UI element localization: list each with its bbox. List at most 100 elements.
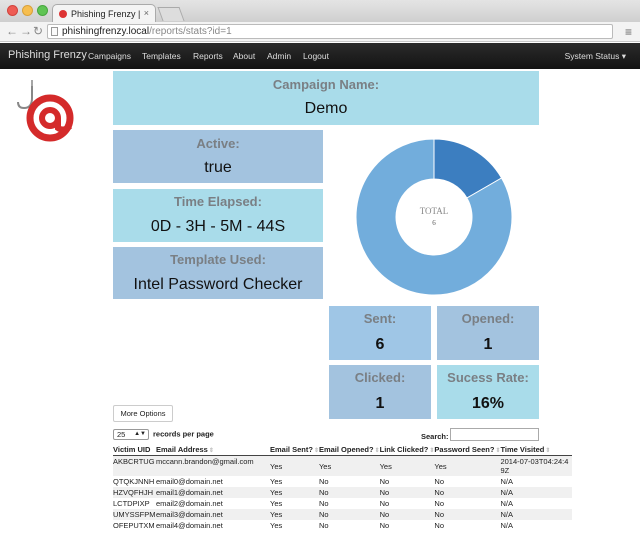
column-header[interactable]: Link Clicked?⇕	[379, 444, 435, 456]
table-cell: No	[318, 509, 380, 520]
active-label: Active:	[196, 136, 240, 151]
browser-tab[interactable]: Phishing Frenzy | ×	[52, 4, 156, 22]
table-cell: Yes	[270, 477, 283, 486]
column-header[interactable]: Password Seen?⇕	[434, 444, 501, 456]
zoom-window-button[interactable]	[37, 5, 48, 16]
table-cell: No	[434, 521, 444, 530]
table-cell: No	[434, 499, 444, 508]
column-header[interactable]: Email Opened?⇕	[318, 444, 380, 456]
table-cell: No	[379, 477, 390, 486]
table-row: QTQKJNNH email0@domain.net Yes No No No N/A	[113, 476, 572, 487]
tab-title: Phishing Frenzy |	[71, 9, 141, 19]
chart-center-value: 6	[432, 219, 436, 227]
table-cell: No	[379, 487, 435, 498]
close-window-button[interactable]	[7, 5, 18, 16]
table-cell: Yes	[318, 455, 380, 476]
nav-about[interactable]: About	[233, 51, 255, 61]
table-cell: No	[434, 477, 444, 486]
minimize-window-button[interactable]	[22, 5, 33, 16]
table-row: LCTDPIXP email2@domain.net Yes No No No N/A	[113, 498, 572, 509]
sort-icon[interactable]: ⇕	[209, 448, 214, 454]
chart-slices	[355, 138, 513, 296]
select-arrows-icon: ▲▼	[134, 431, 146, 437]
system-status-dropdown[interactable]: System Status ▾	[565, 51, 626, 62]
sort-icon[interactable]: ⇕	[545, 448, 550, 454]
nav-templates[interactable]: Templates	[142, 51, 181, 61]
table-cell: Yes	[270, 487, 319, 498]
tab-close-icon[interactable]: ×	[144, 8, 149, 18]
active-box: Active: true	[113, 130, 323, 183]
table-cell: No	[379, 499, 390, 508]
brand-link[interactable]: Phishing Frenzy	[8, 49, 87, 61]
table-cell: No	[434, 509, 501, 520]
table-cell: No	[379, 521, 390, 530]
table-cell: N/A	[500, 487, 573, 498]
table-cell: 2014-07-03T04:24:49Z	[500, 455, 573, 476]
column-header-label: Email Sent?	[270, 445, 313, 454]
nav-reports[interactable]: Reports	[193, 51, 223, 61]
favicon-icon	[59, 10, 67, 18]
column-header[interactable]: Email Address⇕	[156, 444, 270, 456]
table-cell: No	[318, 477, 329, 486]
table-cell: email3@domain.net	[156, 509, 270, 520]
opened-label: Opened:	[461, 311, 515, 326]
clicked-label: Clicked:	[354, 370, 406, 385]
active-value: true	[204, 159, 232, 176]
table-cell: Yes	[270, 521, 283, 530]
url-path: /reports/stats?id=1	[149, 26, 232, 37]
column-header[interactable]: Time Visited⇕	[500, 444, 573, 456]
victims-table: Victim UID Email Address⇕ Email Sent?⇕ Emai…	[113, 444, 573, 531]
table-cell: N/A	[500, 509, 573, 520]
table-cell: OFEPUTXM	[113, 521, 155, 530]
forward-arrow-icon[interactable]: →	[20, 24, 32, 38]
table-cell: No	[318, 487, 380, 498]
table-cell: Yes	[379, 455, 435, 476]
template-label: Template Used:	[170, 252, 266, 267]
elapsed-value: 0D - 3H - 5M - 44S	[150, 218, 286, 235]
back-arrow-icon[interactable]: ←	[6, 24, 18, 38]
table-cell: UMYSSFPM	[113, 509, 156, 520]
success-rate-box: Sucess Rate: 16%	[437, 365, 539, 419]
search-input[interactable]	[450, 428, 539, 441]
table-row: HZVQFHJH email1@domain.net Yes No No No N/A	[113, 487, 573, 498]
campaign-name-label: Campaign Name:	[272, 77, 380, 92]
table-header-row: Victim UID Email Address⇕ Email Sent?⇕ Emai…	[113, 444, 573, 456]
table-cell: mccann.brandon@gmail.com	[156, 455, 270, 476]
new-tab-button[interactable]	[157, 7, 185, 21]
clicked-box: Clicked: 1	[329, 365, 431, 419]
sent-box: Sent: 6	[329, 306, 431, 360]
page-length-control: 25 ▲▼ records per page	[113, 429, 214, 440]
table-cell: N/A	[500, 521, 513, 530]
records-per-page-label: records per page	[153, 429, 214, 439]
more-options-button[interactable]: More Options	[113, 405, 173, 422]
browser-toolbar: ← → ↻ phishingfrenzy.local/reports/stats…	[0, 22, 640, 42]
template-value: Intel Password Checker	[133, 276, 303, 293]
table-row: AKBCRTUG mccann.brandon@gmail.com Yes Yes Ye…	[113, 455, 573, 476]
table-cell: AKBCRTUG	[113, 455, 156, 476]
column-header-label: Victim UID	[113, 445, 151, 454]
table-cell: Yes	[270, 509, 319, 520]
address-bar[interactable]: phishingfrenzy.local/reports/stats?id=1	[47, 24, 613, 39]
table-cell: email4@domain.net	[156, 521, 223, 530]
table-cell: No	[318, 499, 329, 508]
reload-icon[interactable]: ↻	[33, 24, 43, 38]
table-cell: LCTDPIXP	[113, 499, 150, 508]
page-size-select[interactable]: 25 ▲▼	[113, 429, 149, 440]
table-cell: email1@domain.net	[156, 487, 270, 498]
column-header-label: Link Clicked?	[379, 445, 429, 454]
nav-logout[interactable]: Logout	[303, 51, 329, 61]
table-cell: Yes	[270, 455, 319, 476]
column-header[interactable]: Email Sent?⇕	[270, 444, 319, 456]
table-cell: N/A	[500, 499, 513, 508]
elapsed-label: Time Elapsed:	[174, 194, 262, 209]
table-row: OFEPUTXM email4@domain.net Yes No No No N/A	[113, 520, 572, 531]
table-cell: Yes	[270, 499, 283, 508]
success-rate-label: Sucess Rate:	[447, 370, 529, 385]
hamburger-menu-icon[interactable]: ≡	[625, 25, 632, 39]
nav-admin[interactable]: Admin	[267, 51, 291, 61]
nav-campaigns[interactable]: Campaigns	[88, 51, 131, 61]
page-icon	[51, 27, 58, 36]
browser-tab-bar: Phishing Frenzy | ×	[0, 0, 640, 22]
column-header[interactable]: Victim UID	[113, 444, 156, 456]
success-rate-value: 16%	[471, 395, 505, 412]
